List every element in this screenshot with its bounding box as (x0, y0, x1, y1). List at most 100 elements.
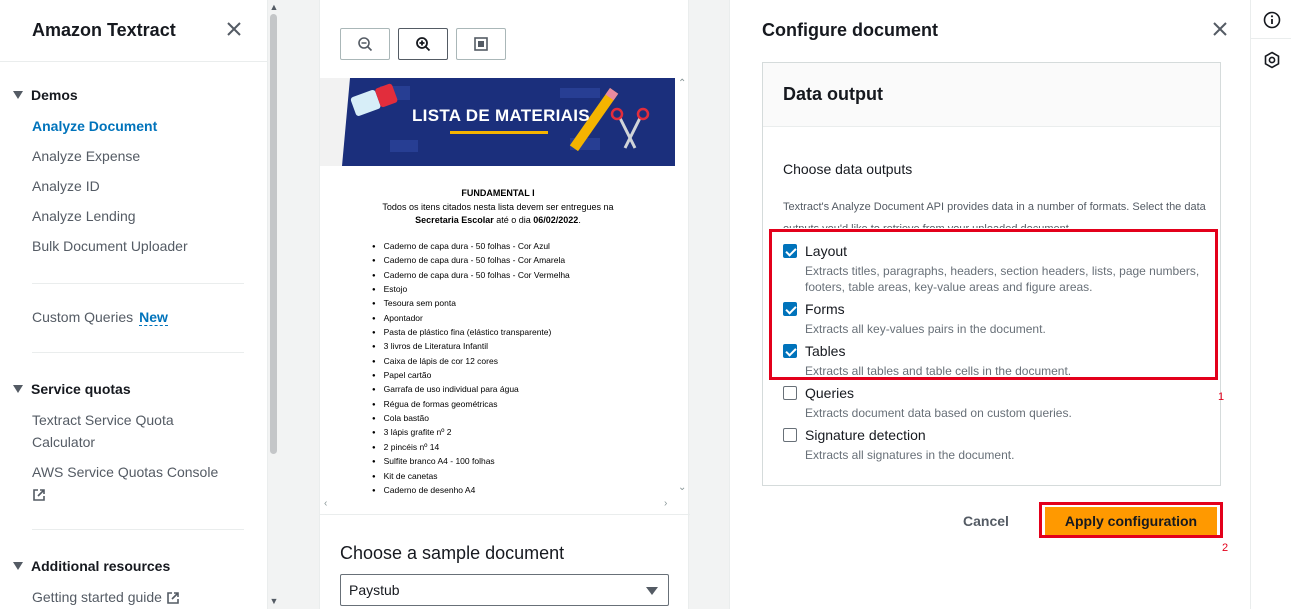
caret-down-icon (13, 91, 23, 99)
zoom-out-button[interactable] (340, 28, 390, 60)
list-item: Estojo (372, 283, 570, 297)
intro-end: . (578, 215, 581, 225)
scroll-down-icon[interactable]: ▼ (268, 596, 280, 606)
scroll-left-icon[interactable]: ‹ (324, 498, 327, 509)
sidebar-item-getting-started[interactable]: Getting started guide (32, 586, 180, 608)
sidebar-item-quota-calculator[interactable]: Textract Service Quota Calculator (32, 409, 202, 453)
annotation-number-2: 2 (1222, 542, 1229, 554)
zoom-in-button[interactable] (398, 28, 448, 60)
caret-down-icon (13, 562, 23, 570)
document-viewer: LISTA DE MATERIAIS FUNDAMENTAL I Todos o… (319, 0, 690, 609)
additional-resources-section-toggle[interactable]: Additional resources (13, 558, 170, 574)
sample-document-value: Paystub (349, 582, 400, 598)
sidebar-item-analyze-document[interactable]: Analyze Document (32, 115, 157, 137)
scroll-right-icon[interactable]: › (664, 498, 667, 509)
custom-queries-label: Custom Queries (32, 309, 134, 325)
panel-title: Configure document (762, 20, 938, 40)
document-heading: FUNDAMENTAL I (461, 188, 535, 198)
signature-detection-checkbox[interactable] (783, 428, 797, 442)
list-item: 3 lápis grafite nº 2 (372, 426, 570, 440)
zoom-out-icon (358, 37, 373, 52)
list-item: Tesoura sem ponta (372, 297, 570, 311)
sidebar-item-analyze-lending[interactable]: Analyze Lending (32, 205, 136, 227)
divider (1251, 38, 1291, 39)
additional-resources-label: Additional resources (31, 558, 171, 574)
sidebar-title: Amazon Textract (32, 20, 176, 40)
queries-description: Extracts document data based on custom q… (805, 406, 1072, 420)
materials-list: Caderno de capa dura - 50 folhas - Cor A… (372, 240, 570, 498)
service-quotas-label: Service quotas (31, 381, 131, 397)
list-item: Garrafa de uso individual para água (372, 383, 570, 397)
list-item: Caderno de capa dura - 50 folhas - Cor V… (372, 269, 570, 283)
sidebar-item-bulk-uploader[interactable]: Bulk Document Uploader (32, 235, 188, 257)
cancel-button[interactable]: Cancel (963, 513, 1009, 529)
intro-bold-secretaria: Secretaria Escolar (415, 215, 494, 225)
service-quotas-section-toggle[interactable]: Service quotas (13, 381, 131, 397)
list-item: Pasta de plástico fina (elástico transpa… (372, 326, 570, 340)
panel-close-icon[interactable] (1212, 20, 1228, 40)
right-utility-rail (1250, 0, 1291, 609)
banner-title: LISTA DE MATERIAIS (412, 106, 590, 125)
intro-mid-text: até o dia (493, 215, 534, 225)
document-page: LISTA DE MATERIAIS FUNDAMENTAL I Todos o… (320, 78, 676, 498)
list-item: Caderno de desenho A4 (372, 484, 570, 498)
document-vertical-scrollbar[interactable]: ⌃ ⌄ (676, 78, 688, 498)
configure-document-panel: Configure document Data output Choose da… (729, 0, 1250, 609)
signature-detection-description: Extracts all signatures in the document. (805, 448, 1015, 462)
apply-configuration-button[interactable]: Apply configuration (1045, 507, 1217, 535)
divider (32, 352, 244, 353)
sidebar-close-icon[interactable] (226, 20, 246, 40)
document-horizontal-scrollbar[interactable]: ‹ › (320, 498, 676, 512)
divider (32, 529, 244, 530)
demos-section-toggle[interactable]: Demos (13, 87, 78, 103)
sidebar-item-custom-queries[interactable]: Custom Queries New (32, 306, 168, 328)
sidebar: Amazon Textract Demos Analyze Document A… (0, 0, 268, 609)
list-item: Apontador (372, 312, 570, 326)
banner-underline (450, 131, 548, 134)
external-link-icon (167, 592, 179, 605)
scroll-up-icon[interactable]: ▲ (268, 2, 280, 12)
list-item: Régua de formas geométricas (372, 398, 570, 412)
queries-label[interactable]: Queries (805, 385, 854, 401)
demos-section-label: Demos (31, 87, 78, 103)
sample-document-select[interactable]: Paystub (340, 574, 669, 606)
fit-page-icon (474, 37, 488, 51)
list-item: 2 pincéis nº 14 (372, 441, 570, 455)
list-item: Caderno de capa dura - 50 folhas - Cor A… (372, 254, 570, 268)
divider (0, 61, 268, 62)
card-header: Data output (763, 63, 1220, 127)
list-item: Sulfite branco A4 - 100 folhas (372, 455, 570, 469)
divider (320, 514, 690, 515)
sample-document-label: Choose a sample document (340, 543, 565, 563)
queries-checkbox[interactable] (783, 386, 797, 400)
document-banner: LISTA DE MATERIAIS (320, 78, 675, 166)
scroll-down-icon[interactable]: ⌄ (678, 482, 686, 493)
sidebar-item-service-quotas-console[interactable]: AWS Service Quotas Console (32, 461, 218, 505)
intro-bold-date: 06/02/2022 (533, 215, 579, 225)
list-item: 3 livros de Literatura Infantil (372, 340, 570, 354)
getting-started-label: Getting started guide (32, 589, 162, 605)
sidebar-item-analyze-id[interactable]: Analyze ID (32, 175, 100, 197)
card-title: Data output (783, 84, 883, 104)
settings-hex-icon[interactable] (1263, 51, 1281, 69)
choose-outputs-label: Choose data outputs (783, 161, 913, 177)
app-root: Amazon Textract Demos Analyze Document A… (0, 0, 1291, 609)
divider (32, 283, 244, 284)
new-badge: New (139, 309, 168, 326)
info-icon[interactable] (1263, 11, 1281, 29)
sidebar-scrollbar-thumb[interactable] (270, 14, 277, 454)
service-quotas-console-label: AWS Service Quotas Console (32, 464, 219, 480)
caret-down-icon (13, 385, 23, 393)
annotation-box-1 (769, 229, 1218, 380)
list-item: Caixa de lápis de cor 12 cores (372, 355, 570, 369)
caret-down-icon (646, 587, 658, 595)
scroll-up-icon[interactable]: ⌃ (678, 78, 686, 89)
list-item: Caderno de capa dura - 50 folhas - Cor A… (372, 240, 570, 254)
list-item: Cola bastão (372, 412, 570, 426)
external-link-icon (33, 489, 45, 502)
list-item: Kit de canetas (372, 470, 570, 484)
fit-page-button[interactable] (456, 28, 506, 60)
zoom-in-icon (416, 37, 431, 52)
signature-detection-label[interactable]: Signature detection (805, 427, 926, 443)
sidebar-item-analyze-expense[interactable]: Analyze Expense (32, 145, 140, 167)
